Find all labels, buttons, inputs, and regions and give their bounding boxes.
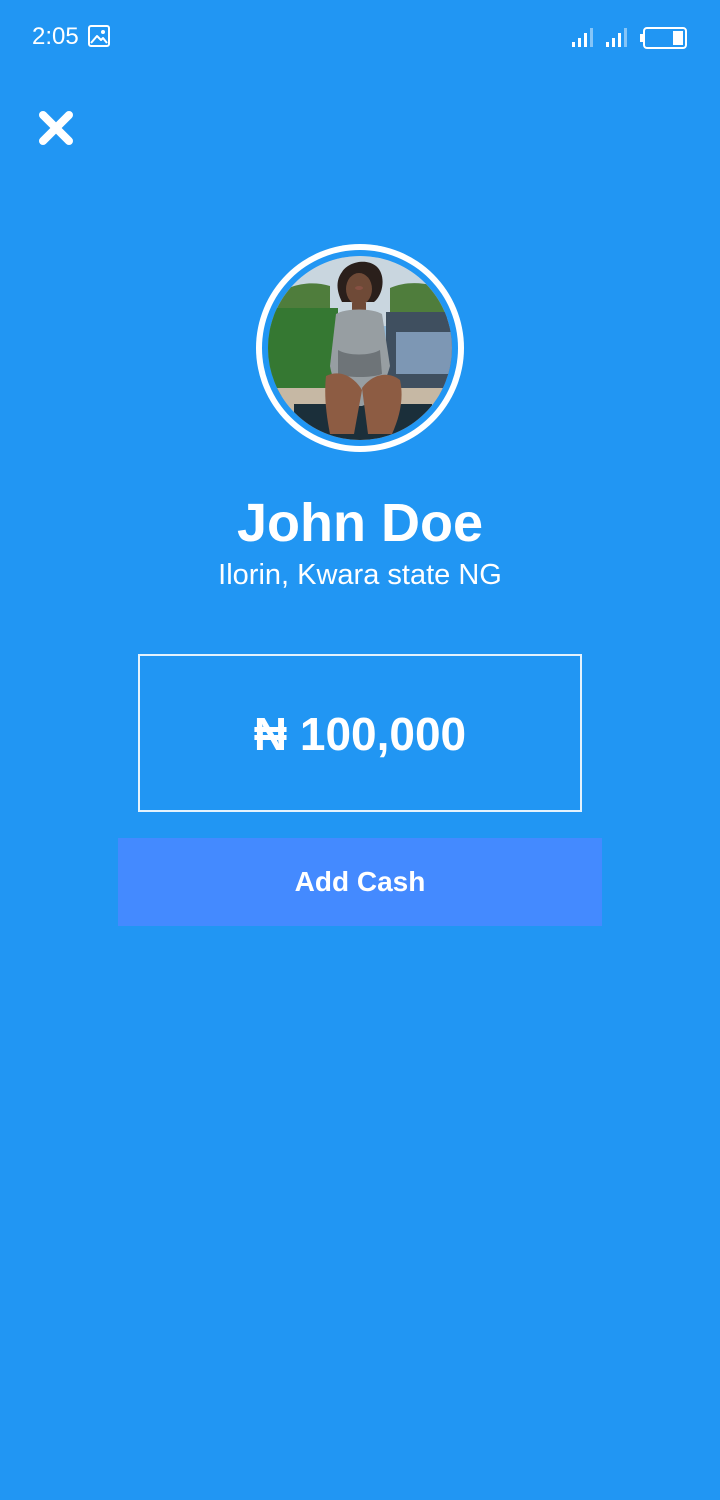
status-bar: 2:05 xyxy=(0,0,720,72)
signal-icon xyxy=(604,27,630,47)
close-button[interactable] xyxy=(34,106,78,150)
add-cash-button[interactable]: Add Cash xyxy=(118,838,602,926)
profile-location: Ilorin, Kwara state NG xyxy=(218,559,502,591)
balance-box: ₦ 100,000 xyxy=(138,654,582,812)
close-icon[interactable] xyxy=(34,111,78,154)
signal-icon xyxy=(570,27,596,47)
profile-name: John Doe xyxy=(236,493,483,553)
battery-icon xyxy=(640,27,688,49)
avatar xyxy=(262,250,458,446)
status-time: 2:05 xyxy=(32,23,79,50)
balance-value: ₦ 100,000 xyxy=(253,708,467,760)
gallery-icon xyxy=(88,25,110,47)
profile-photo xyxy=(268,256,452,440)
